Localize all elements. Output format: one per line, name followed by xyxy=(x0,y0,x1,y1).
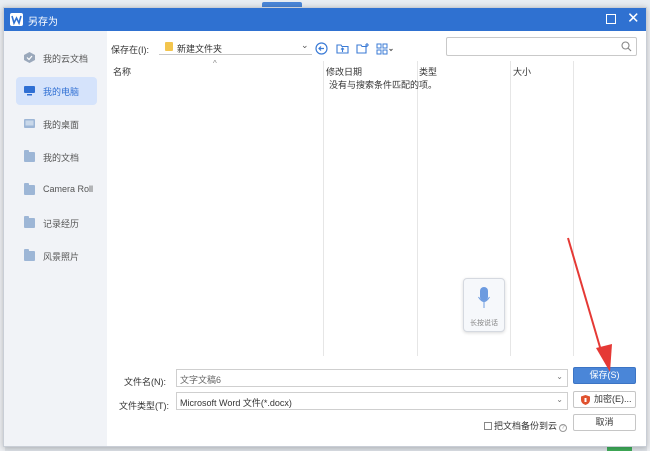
sidebar: 我的云文档 我的电脑 我的桌面 我的文档 Camera Roll 记录经历 风景… xyxy=(4,31,107,446)
column-header-name[interactable]: 名称 xyxy=(113,65,131,78)
column-header-type[interactable]: 类型 xyxy=(419,65,437,78)
folder-icon xyxy=(24,249,35,261)
folder-icon xyxy=(24,183,35,195)
filetype-value: Microsoft Word 文件(*.docx) xyxy=(180,398,292,408)
up-folder-icon xyxy=(335,44,349,54)
view-grid-icon xyxy=(376,43,393,55)
sidebar-item-label: 记录经历 xyxy=(43,219,80,229)
title-bar[interactable]: 另存为 ✕ xyxy=(4,8,646,31)
voice-input-button[interactable]: 长按说话 xyxy=(463,278,505,332)
backup-checkbox[interactable] xyxy=(484,422,492,430)
dialog-title: 另存为 xyxy=(28,17,58,28)
save-button[interactable]: 保存(S) xyxy=(573,367,636,384)
sidebar-item-cloud-docs[interactable]: 我的云文档 xyxy=(16,44,97,72)
cloud-docs-icon xyxy=(24,52,35,63)
back-button[interactable] xyxy=(314,42,328,56)
backup-label: 把文档备份到云 xyxy=(494,421,558,431)
save-in-select[interactable]: 新建文件夹 ⌄ xyxy=(159,39,312,55)
cancel-button-label: 取消 xyxy=(595,417,614,427)
microphone-icon xyxy=(478,287,490,308)
help-icon[interactable]: ? xyxy=(559,424,568,432)
new-folder-icon xyxy=(355,43,369,54)
folder-icon xyxy=(24,150,35,162)
empty-list-message: 没有与搜索条件匹配的项。 xyxy=(329,80,438,90)
wps-logo-icon xyxy=(10,13,23,26)
computer-icon xyxy=(24,86,35,96)
maximize-button[interactable] xyxy=(606,14,616,24)
sidebar-item-label: 我的云文档 xyxy=(43,54,89,64)
desktop-icon xyxy=(24,119,35,128)
sidebar-item-records[interactable]: 记录经历 xyxy=(16,209,97,237)
column-header-size[interactable]: 大小 xyxy=(513,65,531,78)
sidebar-item-desktop[interactable]: 我的桌面 xyxy=(16,110,97,138)
folder-icon xyxy=(24,216,35,228)
filetype-select[interactable]: Microsoft Word 文件(*.docx) ⌄ xyxy=(176,392,568,410)
sort-ascending-icon: ^ xyxy=(213,59,217,68)
filename-value: 文字文稿6 xyxy=(180,375,222,385)
column-divider xyxy=(510,61,511,356)
folder-icon xyxy=(165,42,173,51)
current-folder: 新建文件夹 xyxy=(177,44,223,54)
view-menu-button[interactable] xyxy=(375,42,395,56)
voice-input-label: 长按说话 xyxy=(470,320,498,327)
column-divider xyxy=(417,61,418,356)
back-icon xyxy=(314,42,328,55)
sidebar-item-camera-roll[interactable]: Camera Roll xyxy=(16,176,97,204)
sidebar-item-label: 风景照片 xyxy=(43,252,80,262)
column-header-modified[interactable]: 修改日期 xyxy=(326,65,362,78)
sidebar-item-scenery[interactable]: 风景照片 xyxy=(16,242,97,270)
filename-label: 文件名(N): xyxy=(124,377,166,387)
shield-icon xyxy=(581,395,590,405)
save-as-dialog: 另存为 ✕ 我的云文档 我的电脑 我的桌面 我的文档 Camera Roll 记… xyxy=(3,7,647,447)
chevron-down-icon[interactable]: ⌄ xyxy=(556,372,563,381)
search-icon xyxy=(621,41,632,52)
sidebar-item-label: Camera Roll xyxy=(43,184,94,194)
sidebar-item-documents[interactable]: 我的文档 xyxy=(16,143,97,171)
sidebar-item-label: 我的文档 xyxy=(43,153,80,163)
filetype-label: 文件类型(T): xyxy=(119,401,169,411)
column-divider xyxy=(573,61,574,356)
up-folder-button[interactable] xyxy=(335,42,349,56)
encrypt-button-label: 加密(E)... xyxy=(594,394,632,404)
close-button[interactable]: ✕ xyxy=(627,11,640,26)
chevron-down-icon: ⌄ xyxy=(556,395,563,404)
main-panel: 保存在(I): 新建文件夹 ⌄ ^ 名称 修改日期 类型 大小 没有与搜索条件匹… xyxy=(107,31,646,446)
sidebar-item-label: 我的桌面 xyxy=(43,120,80,130)
new-folder-button[interactable] xyxy=(355,42,369,56)
encrypt-button[interactable]: 加密(E)... xyxy=(573,391,636,408)
save-button-label: 保存(S) xyxy=(589,370,620,380)
sidebar-item-my-computer[interactable]: 我的电脑 xyxy=(16,77,97,105)
cancel-button[interactable]: 取消 xyxy=(573,414,636,431)
save-in-label: 保存在(I): xyxy=(111,45,149,55)
sidebar-item-label: 我的电脑 xyxy=(43,87,80,97)
filename-input[interactable]: 文字文稿6 ⌄ xyxy=(176,369,568,387)
search-input[interactable] xyxy=(446,37,637,56)
column-divider xyxy=(323,61,324,356)
backup-to-cloud-option[interactable]: 把文档备份到云? xyxy=(484,419,568,432)
chevron-down-icon: ⌄ xyxy=(301,40,309,50)
